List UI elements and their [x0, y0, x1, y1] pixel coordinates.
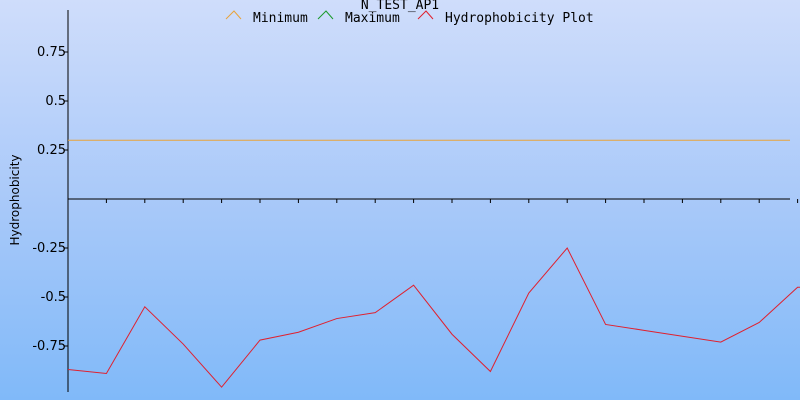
y-tick-label: 0.25: [37, 143, 66, 158]
y-tick-label: -0.5: [41, 290, 66, 305]
y-tick-label: -0.75: [32, 339, 66, 354]
y-tick-label: -0.25: [32, 241, 66, 256]
chart-title: N_TEST_AP1: [361, 0, 439, 13]
legend-label: Hydrophobicity Plot: [445, 11, 594, 26]
y-tick-label: 0.75: [37, 45, 66, 60]
hydrophobicity-chart: 0.75 0.5 0.25 -0.25 -0.5 -0.75 Minimum Maximum…: [0, 0, 800, 400]
legend-label: Minimum: [253, 11, 308, 26]
axes: 0.75 0.5 0.25 -0.25 -0.5 -0.75: [32, 10, 799, 392]
y-tick-label: 0.5: [45, 94, 66, 109]
hydrophobicity-line: [67, 247, 800, 388]
chart-canvas: 0.75 0.5 0.25 -0.25 -0.5 -0.75 Minimum Maximum…: [8, 0, 800, 392]
legend-line-icon: [225, 10, 242, 20]
legend-label: Maximum: [345, 11, 400, 26]
series-layer: [67, 139, 800, 388]
y-axis-label: Hydrophobicity: [8, 154, 22, 245]
legend-line-icon: [317, 10, 334, 20]
legend: Minimum Maximum Hydrophobicity Plot: [225, 10, 594, 26]
